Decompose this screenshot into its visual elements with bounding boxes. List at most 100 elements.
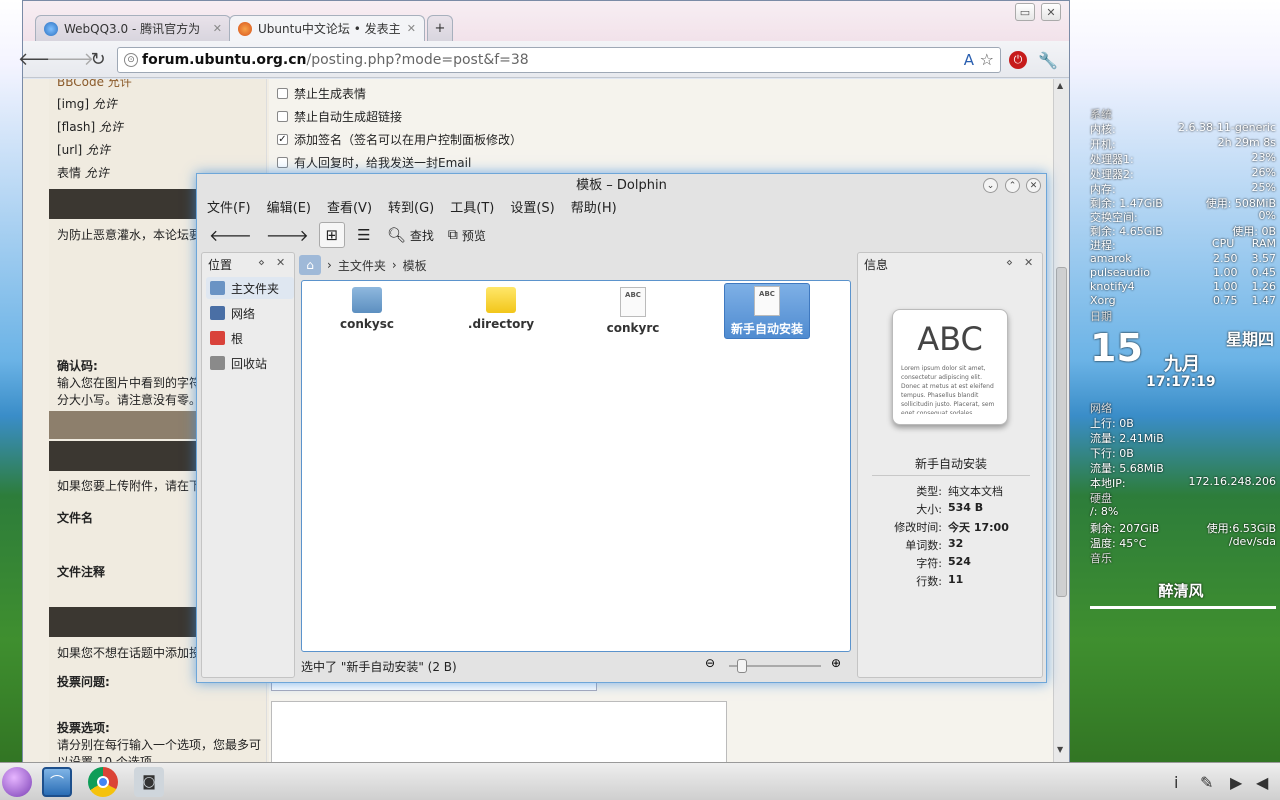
conky-bar [1090, 606, 1276, 609]
option-disable-links[interactable]: 禁止自动生成超链接 [277, 108, 402, 125]
page-info-icon[interactable]: ⊙ [124, 53, 138, 67]
chrome-task-icon[interactable] [88, 767, 118, 797]
menu-settings[interactable]: 设置(S) [510, 198, 554, 220]
address-bar[interactable]: ⊙ forum.ubuntu.org.cn/posting.php?mode=p… [117, 47, 1001, 73]
place-root[interactable]: 根 [206, 327, 294, 349]
zoom-out-icon[interactable]: ⊖ [705, 656, 715, 670]
maximize-button[interactable]: ⌃ [1005, 178, 1020, 193]
close-panel-icon[interactable]: ✕ [276, 256, 285, 269]
option-label: 添加签名（签名可以在用户控制面板修改） [294, 133, 523, 147]
audio-task-icon[interactable]: ◙ [134, 767, 164, 797]
close-window-button[interactable]: ✕ [1026, 178, 1041, 193]
menu-go[interactable]: 转到(G) [388, 198, 434, 220]
find-button[interactable]: 🔍︎ 查找 [383, 222, 438, 248]
details-view-button[interactable]: ☰ [351, 222, 377, 248]
minimize-button[interactable]: ⌄ [983, 178, 998, 193]
bookmark-star-icon[interactable]: ☆ [980, 50, 994, 69]
page-scrollbar[interactable]: ▲ ▼ [1053, 79, 1069, 763]
minimize-button[interactable]: ▭ [1015, 3, 1035, 21]
breadcrumb-home[interactable]: 主文件夹 [338, 257, 386, 274]
option-label: 禁止生成表情 [294, 87, 367, 101]
conky-download-total: 流量: 5.68MiB [1090, 462, 1164, 475]
menu-help[interactable]: 帮助(H) [571, 198, 617, 220]
checkbox[interactable] [277, 111, 288, 122]
poll-options-textarea[interactable] [271, 701, 727, 763]
info-title: 信息 [864, 258, 889, 272]
zoom-slider[interactable]: ⊖ ⊕ [705, 656, 847, 674]
media-player-icon[interactable]: ▶ [1230, 773, 1242, 792]
text-file-icon: ABC [754, 286, 780, 316]
zoom-in-icon[interactable]: ⊕ [831, 656, 841, 670]
network-icon [210, 306, 225, 320]
clipboard-icon[interactable]: ✎ [1200, 773, 1213, 792]
application-launcher-icon[interactable] [2, 767, 32, 797]
smilies-status: 表情 允许 [57, 166, 109, 180]
dolphin-task-icon[interactable]: ⌒ [42, 767, 72, 797]
volume-icon[interactable]: ◀ [1256, 773, 1268, 792]
attachment-notice: 如果您要上传附件，请在下 [57, 479, 202, 493]
menu-view[interactable]: 查看(V) [327, 198, 372, 220]
place-network[interactable]: 网络 [206, 302, 294, 324]
conky-proc-row: amarok 2.50 3.57 [1090, 252, 1276, 265]
file-item-conkyrc[interactable]: ABC conkyrc [590, 287, 676, 339]
close-window-button[interactable]: ✕ [1041, 3, 1061, 21]
tab-webqq[interactable]: WebQQ3.0 - 腾讯官方为 ✕ [35, 15, 231, 41]
tab-bar: WebQQ3.0 - 腾讯官方为 ✕ Ubuntu中文论坛 • 发表主 ✕ + … [23, 1, 1069, 41]
float-panel-icon[interactable]: ⋄ [1006, 256, 1013, 269]
info-icon[interactable]: i [1174, 773, 1178, 792]
scroll-down-arrow-icon[interactable]: ▼ [1057, 745, 1063, 754]
conky-uptime: 开机: 2h 29m 8s [1090, 136, 1276, 151]
scroll-up-arrow-icon[interactable]: ▲ [1057, 81, 1063, 90]
conky-proc-row: knotify4 1.00 1.26 [1090, 280, 1276, 293]
icon-view-button[interactable]: ⊞ [318, 222, 345, 248]
conky-kernel: 内核: 2.6.38-11-generic [1090, 121, 1276, 136]
find-label: 查找 [409, 228, 434, 243]
conky-proc-row: pulseaudio 1.00 0.45 [1090, 266, 1276, 279]
conky-mem-detail: 剩余: 1.47GiB 使用: 508MiB [1090, 197, 1276, 210]
checkbox-checked[interactable]: ✓ [277, 134, 288, 145]
wrench-icon[interactable]: 🔧 [1037, 49, 1059, 71]
file-item-selected[interactable]: ABC 新手自动安装 [724, 283, 810, 339]
confirm-code-help-2: 分大小写。请注意没有零。 [57, 393, 202, 407]
poll-question-label: 投票问题: [57, 675, 110, 689]
info-row-words: 单词数: 32 [905, 537, 964, 552]
float-panel-icon[interactable]: ⋄ [258, 256, 265, 269]
home-folder-icon [210, 281, 225, 295]
preview-button[interactable]: ⧉ 预览 [444, 222, 490, 248]
extension-icon[interactable]: ⏻ [1007, 49, 1029, 71]
conky-ip: 本地IP: 172.16.248.206 [1090, 475, 1276, 490]
slider-handle[interactable] [737, 659, 747, 673]
option-disable-smilies[interactable]: 禁止生成表情 [277, 85, 366, 102]
translate-icon[interactable]: A [964, 51, 974, 69]
reload-button[interactable]: ↻ [85, 47, 111, 71]
breadcrumb: ⌂ › 主文件夹 › 模板 [299, 254, 851, 276]
place-trash[interactable]: 回收站 [206, 352, 294, 374]
menu-edit[interactable]: 编辑(E) [267, 198, 311, 220]
option-attach-signature[interactable]: ✓ 添加签名（签名可以在用户控制面板修改） [277, 131, 522, 148]
forward-button[interactable]: 🡒 [46, 47, 94, 71]
taskbar: ⌒ ◙ i ✎ ▶ ◀ [0, 762, 1280, 800]
menu-tools[interactable]: 工具(T) [450, 198, 494, 220]
file-view[interactable]: conkysc .directory ABC conkyrc ABC 新手自动安… [301, 280, 851, 652]
new-tab-button[interactable]: + [427, 15, 453, 41]
conky-mem: 内存: 25% [1090, 181, 1276, 196]
back-button[interactable]: 🡐 [205, 222, 256, 248]
info-row-type: 类型: 纯文本文档 [916, 485, 1003, 498]
breadcrumb-current[interactable]: 模板 [403, 257, 427, 274]
scrollbar-thumb[interactable] [1056, 267, 1067, 597]
place-home[interactable]: 主文件夹 [206, 277, 294, 299]
dolphin-window: 模板 – Dolphin ⌄ ⌃ ✕ 文件(F) 编辑(E) 查看(V) 转到(… [196, 173, 1047, 683]
checkbox[interactable] [277, 88, 288, 99]
chevron-right-icon: › [391, 258, 397, 272]
checkbox[interactable] [277, 157, 288, 168]
forward-button[interactable]: 🡒 [262, 222, 313, 248]
close-tab-icon[interactable]: ✕ [407, 22, 416, 35]
file-item-conkysc[interactable]: conkysc [324, 287, 410, 339]
menu-file[interactable]: 文件(F) [207, 198, 251, 220]
close-tab-icon[interactable]: ✕ [213, 22, 222, 35]
close-panel-icon[interactable]: ✕ [1024, 256, 1033, 269]
tab-ubuntu-forum[interactable]: Ubuntu中文论坛 • 发表主 ✕ [229, 15, 425, 41]
option-notify-email[interactable]: 有人回复时，给我发送一封Email [277, 154, 471, 171]
home-icon[interactable]: ⌂ [299, 255, 321, 275]
file-item-directory[interactable]: .directory [458, 287, 544, 339]
